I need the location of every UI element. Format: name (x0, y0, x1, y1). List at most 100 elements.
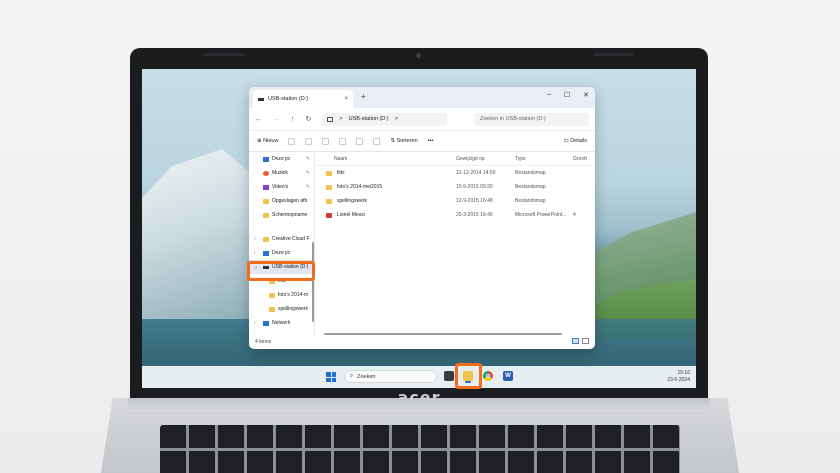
bezel-grille-right (594, 53, 634, 56)
tiles-view-icon[interactable] (582, 338, 589, 344)
file-type: Bestandsmap (515, 198, 546, 204)
cut-icon[interactable] (288, 137, 296, 145)
file-type: Microsoft PowerPoint... (515, 212, 567, 218)
network-icon (263, 320, 269, 326)
word-icon[interactable]: W (503, 371, 513, 381)
pin-icon: ✎ (305, 170, 310, 176)
file-name: foto's 2014-mei2015 (337, 184, 383, 190)
file-date: 12-9-2015 16:48 (456, 198, 493, 204)
brand-logo: acer (397, 388, 441, 407)
windows-start-icon[interactable] (326, 372, 336, 382)
share-icon[interactable] (356, 137, 364, 145)
sidebar-item-fotos[interactable]: foto's 2014-m (249, 288, 314, 302)
folder-icon (269, 292, 275, 298)
address-chevron-icon: > (339, 116, 343, 122)
delete-icon[interactable] (373, 137, 381, 145)
folder-icon (263, 236, 269, 242)
table-row[interactable]: Lionel Messi 25-3-2015 16:40 Microsoft P… (316, 208, 595, 222)
system-clock[interactable]: 15:16 23-5-2024 (667, 370, 690, 384)
up-button[interactable]: ↑ (291, 116, 295, 123)
title-bar[interactable]: USB-station (D:) × + – ☐ ✕ (249, 87, 595, 108)
file-type: Bestandsmap (515, 184, 546, 190)
address-bar[interactable]: > USB-station (D:) > (322, 112, 448, 126)
chevron-right-icon[interactable]: › (254, 236, 256, 242)
powerpoint-icon (326, 212, 332, 218)
search-input[interactable]: Zoeken in USB-station (D:) (474, 112, 589, 126)
forward-button[interactable]: → (273, 116, 280, 123)
rename-icon[interactable] (339, 137, 347, 145)
folder-icon (326, 184, 332, 190)
column-name[interactable]: Naam (334, 156, 347, 162)
laptop-bezel: USB-station (D:) × + – ☐ ✕ ← → ↑ ↻ > USB… (130, 48, 708, 407)
details-view-icon[interactable] (572, 338, 579, 344)
taskbar: ⌕ Zoeken W 15:16 23-5-2024 (142, 366, 696, 388)
folder-icon (326, 170, 332, 176)
sidebar-item-schermopname[interactable]: Schermopname (249, 208, 314, 222)
task-view-icon[interactable] (444, 371, 454, 381)
file-type: Bestandsmap (515, 170, 546, 176)
file-name: fiits (337, 170, 345, 176)
table-row[interactable]: fiits 12-12-2014 14:50 Bestandsmap (316, 166, 595, 180)
folder-icon (263, 212, 269, 218)
details-label: Details (570, 138, 587, 144)
file-explorer-window[interactable]: USB-station (D:) × + – ☐ ✕ ← → ↑ ↻ > USB… (249, 87, 595, 349)
details-button[interactable]: ▭ Details (563, 138, 587, 144)
music-icon (263, 170, 269, 176)
sort-button[interactable]: ⇅ Sorteren (390, 138, 417, 144)
column-header-row: Naam Gewijzigd op Type Groott (316, 152, 595, 166)
sidebar-item-label: Schermopname (272, 212, 308, 218)
column-date[interactable]: Gewijzigd op (456, 156, 485, 162)
horizontal-scrollbar[interactable] (324, 333, 562, 335)
folder-icon (326, 198, 332, 204)
minimize-button[interactable]: – (547, 91, 551, 99)
sidebar-item-spellingswerk[interactable]: spellingswerk (249, 302, 314, 316)
new-button[interactable]: ⊕ Nieuw (257, 138, 278, 144)
pin-icon: ✎ (305, 156, 310, 162)
monitor-icon (263, 250, 269, 256)
close-button[interactable]: ✕ (583, 91, 589, 99)
back-button[interactable]: ← (255, 116, 262, 123)
taskbar-search-label: Zoeken (357, 373, 376, 380)
tab-title: USB-station (D:) (268, 96, 309, 102)
table-row[interactable]: spellingswerk 12-9-2015 16:48 Bestandsma… (316, 194, 595, 208)
address-text: USB-station (D:) (348, 116, 389, 122)
tab-close-button[interactable]: × (344, 96, 348, 102)
copy-icon[interactable] (305, 137, 313, 145)
keyboard-row-divider (160, 448, 680, 451)
sidebar-item-opgeslagen[interactable]: Opgeslagen afb (249, 194, 314, 208)
sidebar-item-creative-cloud[interactable]: › Creative Cloud F (249, 232, 314, 246)
chevron-right-icon[interactable]: › (254, 250, 256, 256)
more-button[interactable]: ••• (428, 138, 434, 144)
sidebar-scrollbar[interactable] (312, 242, 314, 322)
column-type[interactable]: Type (515, 156, 526, 162)
sidebar-item-label: spellingswerk (278, 306, 309, 312)
sidebar-item-netwerk[interactable]: › Netwerk (249, 316, 314, 330)
file-date: 15-5-2015 09:30 (456, 184, 493, 190)
new-tab-button[interactable]: + (361, 92, 366, 101)
chevron-right-icon[interactable]: › (254, 320, 256, 326)
navigation-bar: ← → ↑ ↻ > USB-station (D:) > Zoeken in U… (249, 108, 595, 130)
sidebar-item-label: Opgeslagen afb (272, 198, 308, 204)
taskbar-search[interactable]: ⌕ Zoeken (344, 370, 437, 383)
chrome-icon-center (486, 374, 490, 378)
view-switcher (572, 338, 589, 344)
navigation-pane: Deze pc ✎ Muziek ✎ Video's ✎ Opgeslagen afb… (249, 152, 315, 337)
address-chevron-icon: > (394, 116, 398, 122)
explorer-tab[interactable]: USB-station (D:) × (253, 90, 353, 108)
sidebar-item-muziek[interactable]: Muziek ✎ (249, 166, 314, 180)
paste-icon[interactable] (322, 137, 330, 145)
table-row[interactable]: foto's 2014-mei2015 15-5-2015 09:30 Best… (316, 180, 595, 194)
clock-time: 15:16 (677, 370, 690, 376)
refresh-button[interactable]: ↻ (306, 115, 312, 123)
clock-date: 23-5-2024 (667, 377, 690, 383)
sidebar-item-label: Deze pc (272, 250, 291, 256)
column-size[interactable]: Groott (573, 156, 587, 162)
sidebar-item-deze-pc-2[interactable]: › Deze pc (249, 246, 314, 260)
maximize-button[interactable]: ☐ (564, 91, 570, 99)
sidebar-item-videos[interactable]: Video's ✎ (249, 180, 314, 194)
sidebar-item-label: Netwerk (272, 320, 291, 326)
sidebar-item-deze-pc[interactable]: Deze pc ✎ (249, 152, 314, 166)
window-controls: – ☐ ✕ (547, 91, 589, 99)
desktop-screen: USB-station (D:) × + – ☐ ✕ ← → ↑ ↻ > USB… (142, 69, 696, 388)
folder-icon (269, 306, 275, 312)
